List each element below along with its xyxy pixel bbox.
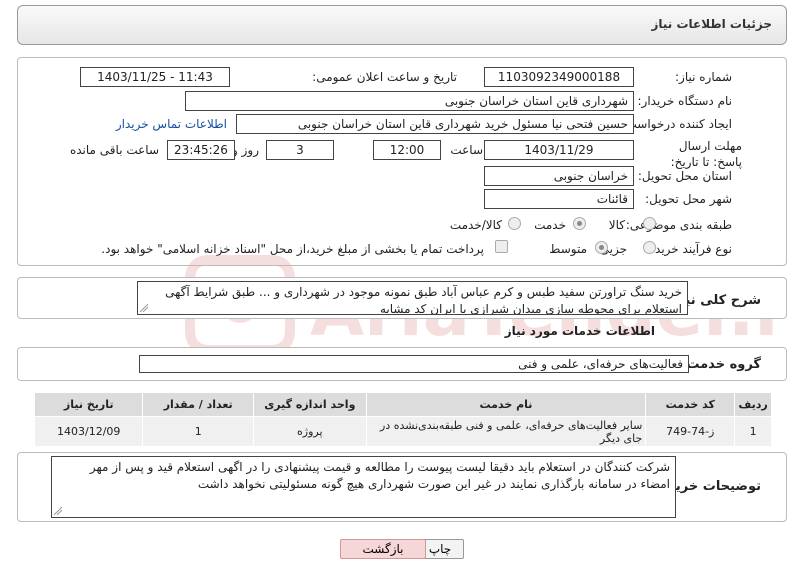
category-label: طبقه بندی موضوعی: [625,218,732,232]
days-label: روز و [232,143,259,157]
resize-grip-icon[interactable] [140,304,148,312]
buyer-org-label: نام دستگاه خریدار: [637,94,733,108]
cell-row-number: 1 [734,416,772,447]
services-table: ردیف کد خدمت نام خدمت واحد اندازه گیری ت… [33,392,772,447]
process-medium-label: متوسط [549,242,587,256]
cell-service-name: سایر فعالیت‌های حرفه‌ای، علمی و فنی طبقه… [365,416,647,447]
service-group-field: فعالیت‌های حرفه‌ای، علمی و فنی [139,355,689,373]
process-medium-radio[interactable] [595,241,608,254]
requester-label: ایجاد کننده درخواست: [621,117,732,131]
deadline-label: مهلت ارسال پاسخ: تا تاریخ: [670,139,742,169]
process-partial-radio[interactable] [643,241,656,254]
deadline-time-field: 12:00 [373,140,441,160]
col-header-service-code: کد خدمت [645,392,736,417]
buyer-notes-field: شرکت کنندگان در استعلام باید دقیقا لیست … [51,456,676,518]
treasury-checkbox[interactable] [495,240,508,253]
delivery-province-field: خراسان جنوبی [484,166,634,186]
cell-need-date: 1403/12/09 [33,416,144,447]
deadline-date-field: 1403/11/29 [484,140,634,160]
col-header-need-date: تاریخ نیاز [33,392,144,417]
category-service-label: خدمت [534,218,566,232]
buyer-contact-link[interactable]: اطلاعات تماس خریدار [116,117,227,131]
category-service-radio[interactable] [573,217,586,230]
service-group-label: گروه خدمت: [681,357,761,372]
delivery-city-label: شهر محل تحویل: [645,192,732,206]
buyer-notes-text: شرکت کنندگان در استعلام باید دقیقا لیست … [89,460,670,491]
need-number-label: شماره نیاز: [675,70,732,84]
page-title: جزئیات اطلاعات نیاز [651,17,772,31]
cell-quantity: 1 [142,416,254,447]
col-header-row-number: ردیف [734,392,772,417]
col-header-quantity: تعداد / مقدار [142,392,254,417]
cell-service-code: ز-74-749 [645,416,736,447]
back-button[interactable]: بازگشت [340,539,426,559]
delivery-province-label: استان محل تحویل: [637,169,732,183]
need-number-field: 1103092349000188 [484,67,634,87]
days-remaining-field: 3 [266,140,334,160]
resize-grip-icon[interactable] [54,507,62,515]
table-row: 1 ز-74-749 سایر فعالیت‌های حرفه‌ای، علمی… [33,416,772,447]
col-header-service-name: نام خدمت [365,392,647,417]
col-header-unit: واحد اندازه گیری [252,392,367,417]
services-info-heading: اطلاعات خدمات مورد نیاز [504,324,655,338]
cell-unit: پروژه [252,416,367,447]
announce-datetime-field: 1403/11/25 - 11:43 [80,67,230,87]
remaining-label: ساعت باقی مانده [69,143,159,157]
process-type-label: نوع فرآیند خرید : [647,242,732,256]
deadline-time-label: ساعت [450,143,483,157]
general-desc-field: خرید سنگ تراورتن سفید طبس و کرم عباس آبا… [137,281,688,315]
general-desc-text: خرید سنگ تراورتن سفید طبس و کرم عباس آبا… [165,285,682,315]
requester-field: حسین فتحی نیا مسئول خرید شهرداری قاین اس… [236,114,634,134]
remaining-time-field: 23:45:26 [167,140,235,160]
category-goods-radio[interactable] [643,217,656,230]
announce-datetime-label: تاریخ و ساعت اعلان عمومی: [312,70,457,84]
category-goods-label: کالا [608,218,625,232]
category-goods-service-label: کالا/خدمت [449,218,502,232]
delivery-city-field: قائنات [484,189,634,209]
treasury-note: پرداخت تمام یا بخشی از مبلغ خرید،از محل … [101,242,484,256]
buyer-org-field: شهرداری قاین استان خراسان جنوبی [185,91,634,111]
category-goods-service-radio[interactable] [508,217,521,230]
table-header-row: ردیف کد خدمت نام خدمت واحد اندازه گیری ت… [33,392,772,417]
page-header: جزئیات اطلاعات نیاز [17,5,787,45]
